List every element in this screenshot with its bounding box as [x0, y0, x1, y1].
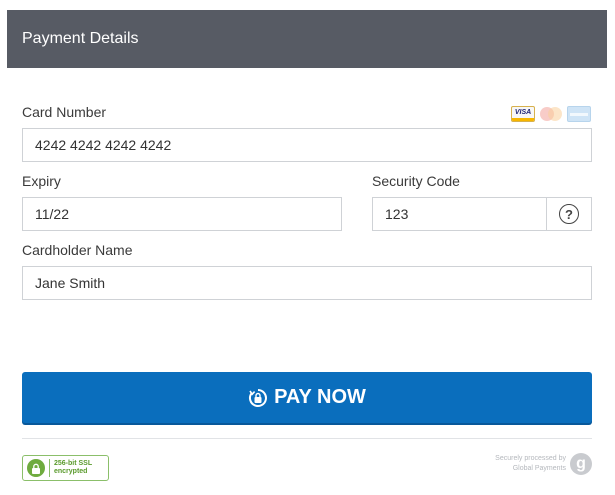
card-number-label: Card Number: [22, 104, 107, 120]
secure-line2: Global Payments: [512, 465, 566, 472]
ssl-separator: [49, 459, 50, 477]
card-number-input[interactable]: 4242 4242 4242 4242: [22, 128, 592, 162]
amex-icon: [567, 106, 591, 122]
ssl-line2: encrypted: [54, 468, 88, 475]
page-title: Payment Details: [22, 30, 139, 47]
mastercard-icon: [539, 106, 563, 122]
security-code-help-button[interactable]: ?: [546, 197, 592, 231]
pay-now-button[interactable]: PAY NOW: [22, 372, 592, 423]
expiry-label: Expiry: [22, 173, 61, 189]
visa-icon: VISA: [511, 106, 535, 122]
card-brand-logos: VISA: [511, 106, 593, 122]
global-payments-logo-icon: g: [570, 453, 592, 475]
card-number-value: 4242 4242 4242 4242: [35, 137, 172, 153]
security-code-value: 123: [385, 206, 409, 222]
security-code-input[interactable]: 123: [372, 197, 547, 231]
pay-now-label: PAY NOW: [274, 386, 366, 408]
footer-divider: [22, 438, 592, 439]
question-icon: ?: [559, 204, 579, 224]
cardholder-name-label: Cardholder Name: [22, 242, 133, 258]
ssl-line1: 256-bit SSL: [54, 460, 93, 467]
expiry-input[interactable]: 11/22: [22, 197, 342, 231]
secure-text: Securely processed by Global Payments: [495, 454, 566, 474]
secure-processing-note: Securely processed by Global Payments g: [495, 453, 592, 475]
ssl-badge: 256-bit SSL encrypted: [22, 455, 109, 481]
security-code-label: Security Code: [372, 173, 460, 189]
payment-details-header: Payment Details: [7, 10, 607, 68]
secure-lock-icon: [249, 388, 267, 407]
ssl-lock-icon: [27, 459, 45, 477]
ssl-text: 256-bit SSL encrypted: [54, 460, 92, 476]
cardholder-name-input[interactable]: Jane Smith: [22, 266, 592, 300]
expiry-value: 11/22: [35, 206, 69, 222]
secure-line1: Securely processed by: [495, 455, 566, 462]
cardholder-name-value: Jane Smith: [35, 275, 106, 291]
